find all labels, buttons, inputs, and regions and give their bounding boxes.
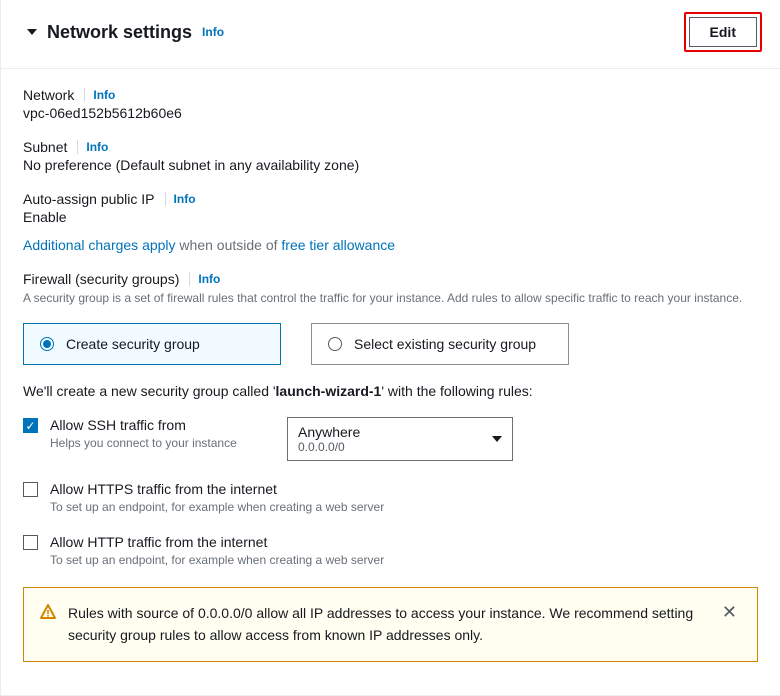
radio-icon	[328, 337, 342, 351]
http-label: Allow HTTP traffic from the internet	[50, 534, 758, 550]
edit-button-highlight: Edit	[684, 12, 762, 52]
subnet-label-row: Subnet Info	[23, 139, 758, 155]
firewall-label: Firewall (security groups)	[23, 271, 179, 287]
network-settings-panel: Network settings Info Edit Network Info …	[0, 0, 780, 696]
ssh-block: ✓ Allow SSH traffic from Helps you conne…	[23, 417, 758, 461]
header-left: Network settings Info	[27, 22, 224, 43]
free-tier-link[interactable]: free tier allowance	[281, 237, 395, 253]
https-label: Allow HTTPS traffic from the internet	[50, 481, 758, 497]
warning-icon	[40, 604, 56, 623]
network-value: vpc-06ed152b5612b60e6	[23, 105, 758, 121]
subnet-value: No preference (Default subnet in any ava…	[23, 157, 758, 173]
panel-title: Network settings	[47, 22, 192, 43]
header-info-link[interactable]: Info	[202, 25, 224, 39]
panel-header: Network settings Info Edit	[1, 0, 780, 69]
radio-icon	[40, 337, 54, 351]
create-sg-radio[interactable]: Create security group	[23, 323, 281, 365]
sg-radio-group: Create security group Select existing se…	[23, 323, 758, 365]
public-ip-value: Enable	[23, 209, 758, 225]
sg-name: launch-wizard-1	[276, 383, 382, 399]
collapse-caret-icon[interactable]	[27, 29, 37, 35]
subnet-info-link[interactable]: Info	[86, 140, 108, 154]
dropdown-value: Anywhere	[298, 424, 360, 440]
dropdown-subvalue: 0.0.0.0/0	[298, 440, 360, 454]
https-block: Allow HTTPS traffic from the internet To…	[23, 481, 758, 514]
public-ip-label: Auto-assign public IP	[23, 191, 155, 207]
http-checkbox[interactable]	[23, 535, 38, 550]
firewall-label-row: Firewall (security groups) Info	[23, 271, 758, 287]
firewall-desc: A security group is a set of firewall ru…	[23, 289, 758, 307]
charges-mid: when outside of	[176, 237, 282, 253]
public-ip-info-link[interactable]: Info	[174, 192, 196, 206]
https-checkbox[interactable]	[23, 482, 38, 497]
ssh-checkbox[interactable]: ✓	[23, 418, 38, 433]
existing-sg-label: Select existing security group	[354, 336, 536, 352]
warning-text: Rules with source of 0.0.0.0/0 allow all…	[68, 602, 706, 647]
ssh-source-dropdown[interactable]: Anywhere 0.0.0.0/0	[287, 417, 513, 461]
warning-banner: Rules with source of 0.0.0.0/0 allow all…	[23, 587, 758, 662]
http-block: Allow HTTP traffic from the internet To …	[23, 534, 758, 567]
http-desc: To set up an endpoint, for example when …	[50, 553, 758, 567]
sg-note: We'll create a new security group called…	[23, 383, 758, 399]
https-desc: To set up an endpoint, for example when …	[50, 500, 758, 514]
charges-line: Additional charges apply when outside of…	[23, 237, 758, 253]
chevron-down-icon	[492, 436, 502, 442]
ssh-label: Allow SSH traffic from	[50, 417, 275, 433]
public-ip-label-row: Auto-assign public IP Info	[23, 191, 758, 207]
close-icon[interactable]: ✕	[718, 602, 741, 623]
network-label-row: Network Info	[23, 87, 758, 103]
subnet-label: Subnet	[23, 139, 67, 155]
network-info-link[interactable]: Info	[93, 88, 115, 102]
panel-body: Network Info vpc-06ed152b5612b60e6 Subne…	[1, 69, 780, 680]
network-label: Network	[23, 87, 74, 103]
ssh-desc: Helps you connect to your instance	[50, 436, 275, 450]
additional-charges-link[interactable]: Additional charges apply	[23, 237, 176, 253]
create-sg-label: Create security group	[66, 336, 200, 352]
firewall-info-link[interactable]: Info	[198, 272, 220, 286]
checkmark-icon: ✓	[25, 420, 35, 432]
existing-sg-radio[interactable]: Select existing security group	[311, 323, 569, 365]
edit-button[interactable]: Edit	[689, 17, 757, 47]
